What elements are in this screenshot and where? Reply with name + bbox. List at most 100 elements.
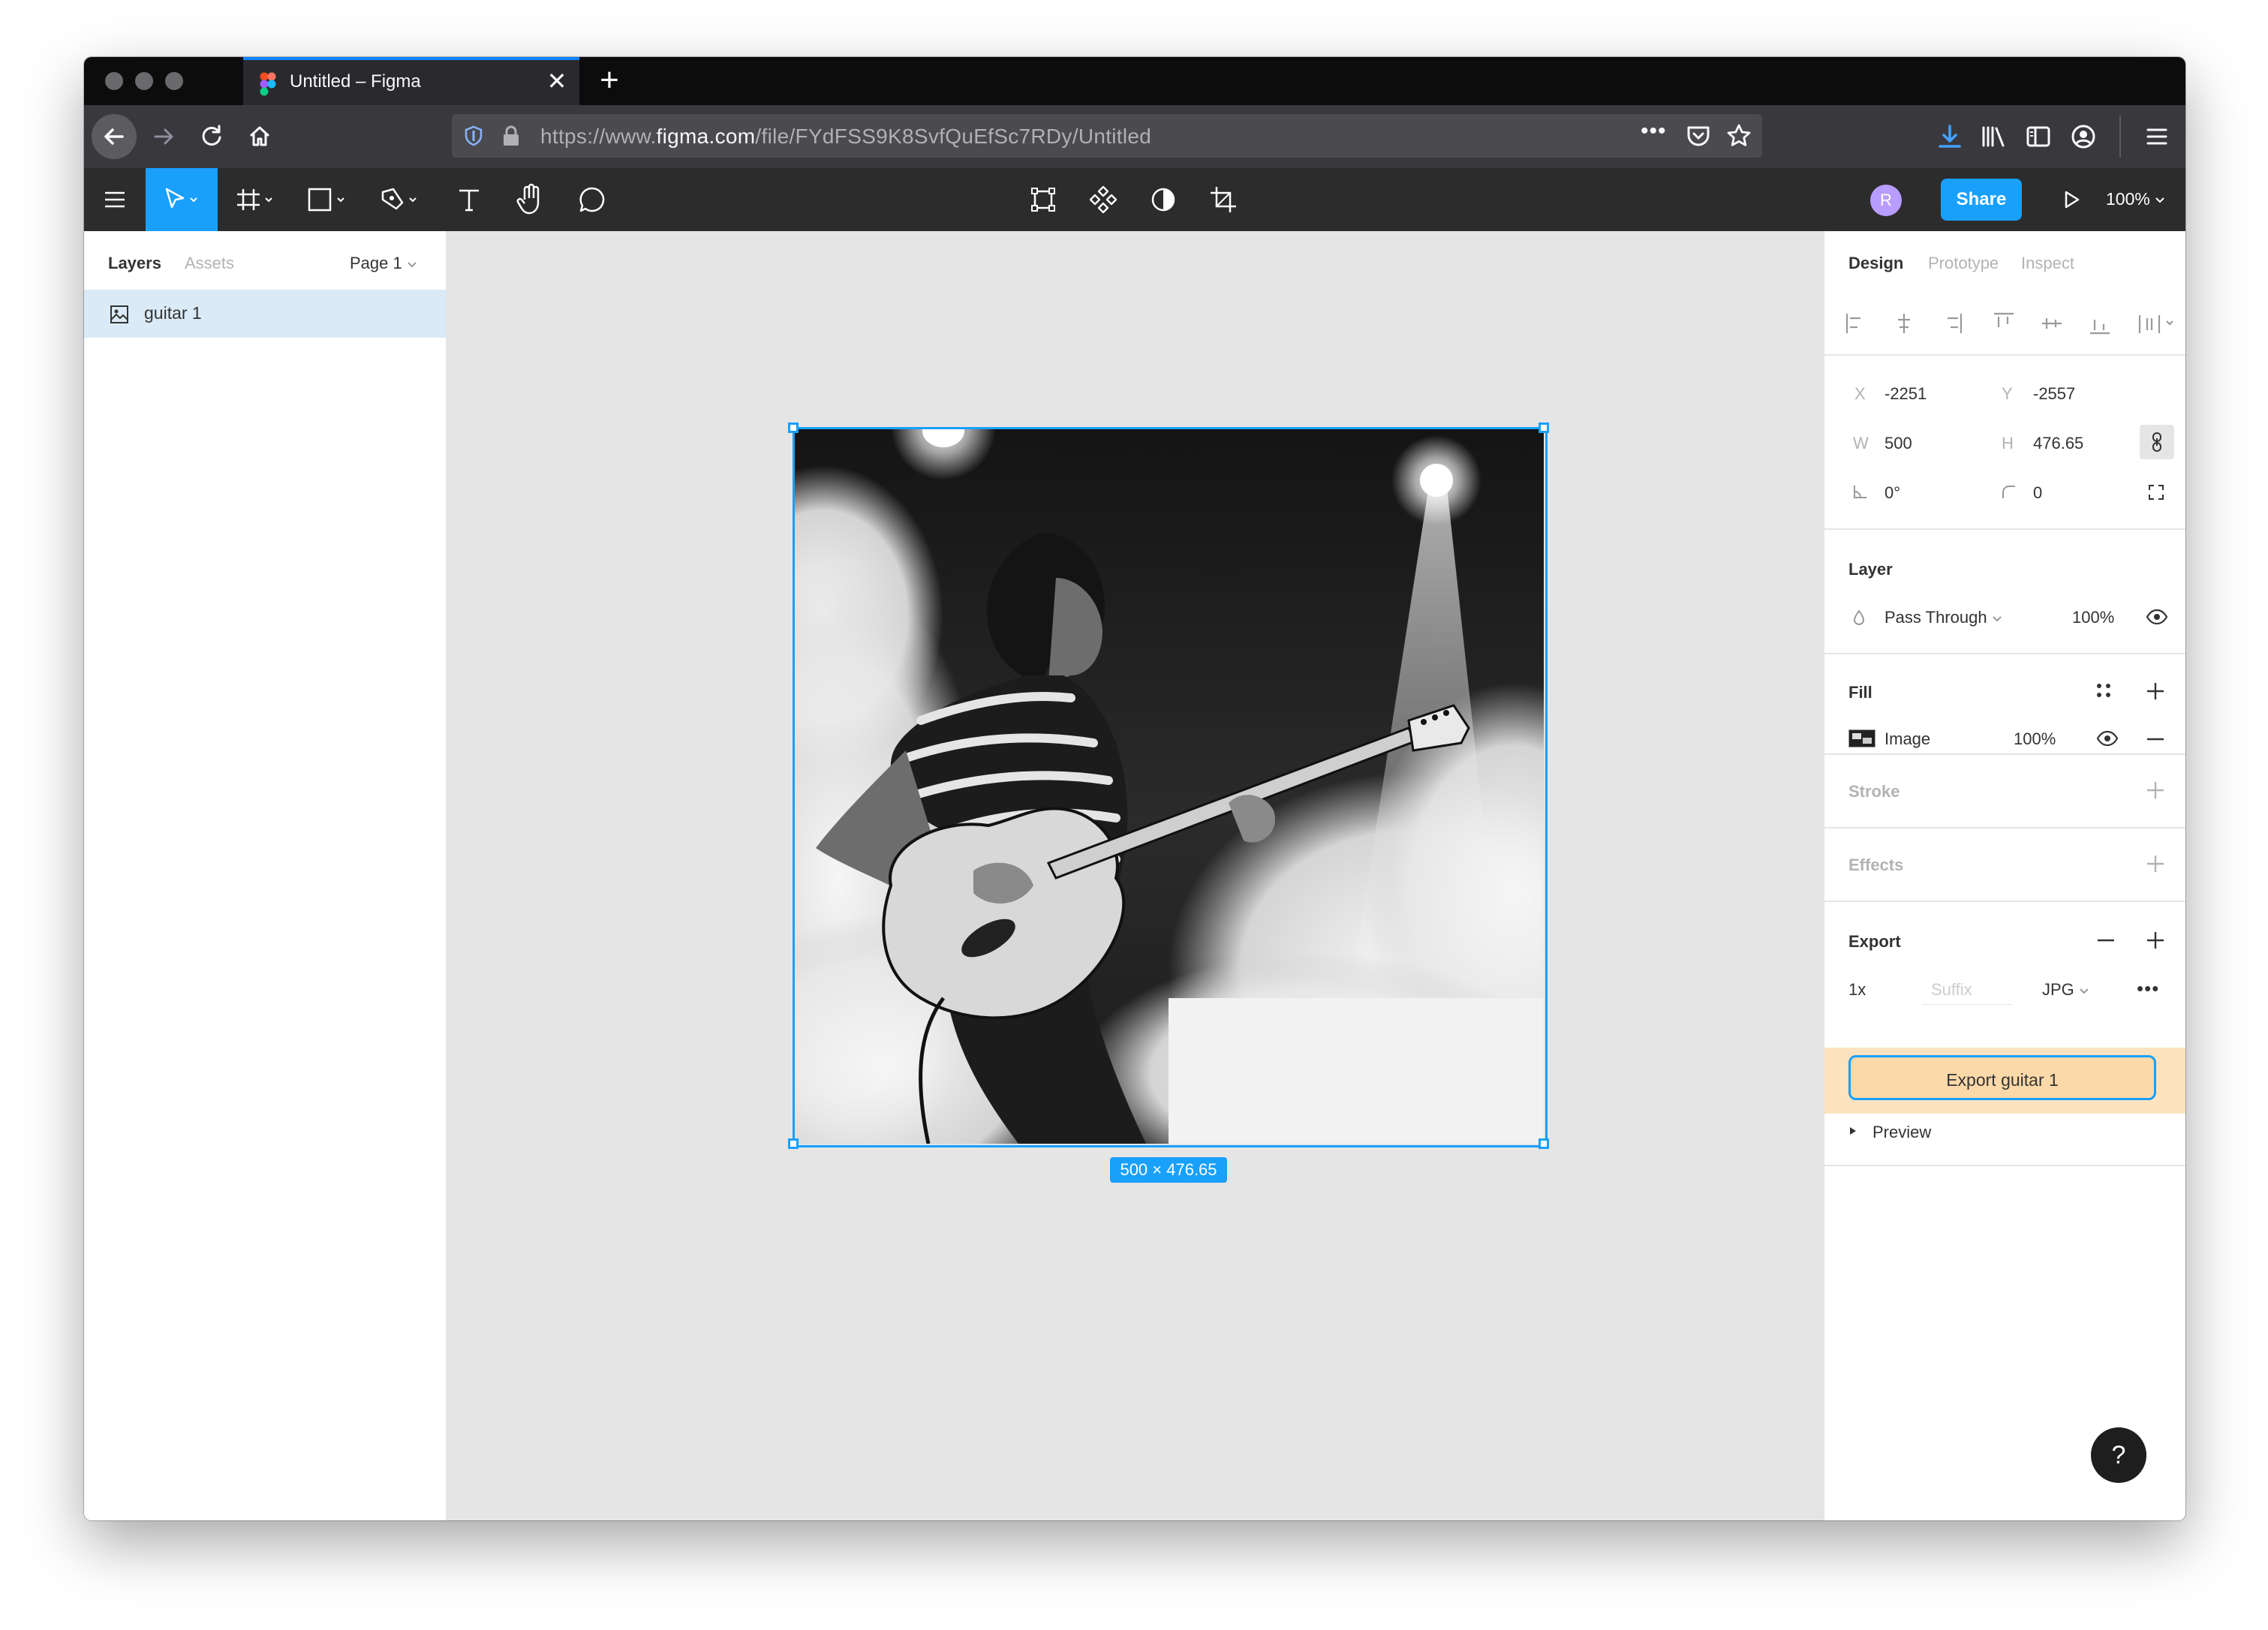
selection-box[interactable] (793, 427, 1548, 1147)
frame-tool[interactable] (227, 168, 287, 231)
layer-opacity-field[interactable]: 100% (2072, 608, 2114, 627)
export-format-dropdown[interactable]: JPG (2042, 980, 2089, 1000)
tab-bar: Untitled – Figma ✕ + (84, 57, 2185, 105)
account-icon[interactable] (2070, 123, 2097, 150)
tab-layers[interactable]: Layers (108, 254, 161, 273)
create-component-tool[interactable] (1079, 168, 1127, 231)
resize-handle-bottom-right[interactable] (1539, 1138, 1549, 1149)
eye-icon[interactable] (2096, 729, 2119, 747)
page-actions-icon[interactable]: ••• (1641, 119, 1667, 144)
lock-icon[interactable] (501, 125, 521, 147)
y-field[interactable]: -2557 (2033, 384, 2075, 404)
x-field[interactable]: -2251 (1884, 384, 1927, 404)
resize-handle-top-left[interactable] (788, 423, 799, 433)
navigation-bar: https://www.figma.com/file/FYdFSS9K8SvfQ… (84, 105, 2185, 168)
export-button[interactable]: Export guitar 1 (1848, 1055, 2156, 1100)
page-selector[interactable]: Page 1 (350, 254, 417, 273)
crop-tool[interactable] (1199, 168, 1247, 231)
address-bar[interactable]: https://www.figma.com/file/FYdFSS9K8SvfQ… (452, 114, 1762, 158)
chevron-down-icon (1992, 616, 2002, 622)
share-button[interactable]: Share (1941, 179, 2022, 221)
constrain-proportions-button[interactable] (2140, 425, 2174, 459)
add-effect-icon[interactable] (2146, 854, 2165, 874)
fill-type-label[interactable]: Image (1884, 729, 1930, 749)
minimize-window-button[interactable] (135, 72, 153, 90)
section-divider (1824, 1165, 2185, 1166)
reload-button[interactable] (189, 114, 234, 159)
image-fill-thumbnail[interactable] (1848, 729, 1875, 747)
tab-assets[interactable]: Assets (185, 254, 234, 273)
resize-handle-top-right[interactable] (1539, 423, 1549, 433)
close-tab-icon[interactable]: ✕ (543, 68, 570, 95)
component-resize-tool[interactable] (1019, 168, 1067, 231)
pen-tool[interactable] (371, 168, 431, 231)
height-field[interactable]: 476.65 (2033, 434, 2083, 453)
mask-tool[interactable] (1139, 168, 1187, 231)
forward-button[interactable] (141, 114, 186, 159)
width-field[interactable]: 500 (1884, 434, 1912, 453)
blend-mode-icon (1853, 609, 1865, 625)
blend-mode-dropdown[interactable]: Pass Through (1884, 608, 2002, 627)
export-suffix-input[interactable]: Suffix (1922, 974, 2012, 1005)
tab-prototype[interactable]: Prototype (1928, 254, 1999, 273)
rotation-field[interactable]: 0° (1884, 483, 1900, 503)
add-stroke-icon[interactable] (2146, 780, 2165, 800)
new-tab-button[interactable]: + (591, 63, 627, 99)
close-window-button[interactable] (105, 72, 123, 90)
back-arrow-icon (104, 128, 124, 145)
hamburger-icon (105, 191, 125, 208)
downloads-icon[interactable] (1936, 123, 1963, 150)
help-button[interactable]: ? (2091, 1427, 2146, 1483)
library-icon[interactable] (1980, 123, 2007, 150)
transform-section: X -2251 Y -2557 W 500 H 476.65 0° 0 (1824, 354, 2185, 530)
layer-row-guitar-1[interactable]: guitar 1 (84, 290, 446, 338)
user-avatar[interactable]: R (1870, 185, 1902, 216)
chevron-down-icon (2155, 197, 2164, 203)
tracking-protection-icon[interactable] (462, 125, 485, 147)
zoom-window-button[interactable] (165, 72, 183, 90)
url-text[interactable]: https://www.figma.com/file/FYdFSS9K8SvfQ… (540, 125, 1151, 149)
alignment-section (1824, 290, 2185, 356)
selection-dimensions-label: 500 × 476.65 (1110, 1157, 1227, 1183)
resize-handle-bottom-left[interactable] (788, 1138, 799, 1149)
figma-toolbar: R Share 100% (84, 168, 2185, 231)
corner-radius-field[interactable]: 0 (2033, 483, 2042, 503)
menu-icon[interactable] (2143, 123, 2170, 150)
eye-icon[interactable] (2146, 608, 2168, 626)
fill-opacity-field[interactable]: 100% (2014, 729, 2056, 749)
comment-tool[interactable] (566, 168, 618, 231)
zoom-level[interactable]: 100% (2106, 189, 2165, 209)
add-export-icon[interactable] (2146, 931, 2165, 950)
add-fill-icon[interactable] (2146, 681, 2165, 701)
styles-icon[interactable] (2095, 681, 2113, 699)
text-tool[interactable] (443, 168, 495, 231)
effects-section: Effects (1824, 827, 2185, 902)
component-icon (1089, 185, 1117, 214)
main-menu-button[interactable] (84, 168, 146, 231)
y-label: Y (2002, 384, 2013, 403)
tab-design[interactable]: Design (1848, 254, 1903, 273)
sidebar-icon[interactable] (2025, 123, 2052, 150)
move-tool[interactable] (146, 168, 218, 231)
tab-figma[interactable]: Untitled – Figma ✕ (243, 57, 579, 105)
back-button[interactable] (92, 114, 137, 159)
export-scale-field[interactable]: 1x (1848, 980, 1866, 1000)
bookmark-star-icon[interactable] (1726, 123, 1752, 149)
w-label: W (1853, 434, 1869, 453)
home-button[interactable] (237, 114, 282, 159)
alignment-icons (1845, 312, 2173, 335)
pocket-icon[interactable] (1686, 123, 1711, 149)
tab-inspect[interactable]: Inspect (2021, 254, 2074, 273)
hand-icon (516, 183, 540, 215)
hand-tool[interactable] (504, 168, 557, 231)
remove-fill-icon[interactable] (2146, 729, 2165, 749)
export-settings-icon[interactable]: ••• (2137, 977, 2159, 1000)
shape-tool[interactable] (299, 168, 359, 231)
independent-corners-icon[interactable] (2147, 483, 2165, 501)
preview-toggle[interactable]: Preview (1848, 1117, 2074, 1147)
canvas[interactable]: 500 × 476.65 (447, 231, 1823, 1520)
remove-export-icon[interactable] (2096, 931, 2116, 950)
effects-section-title: Effects (1848, 856, 1904, 874)
caret-right-icon (1850, 1127, 1856, 1135)
present-button[interactable] (2050, 168, 2092, 231)
